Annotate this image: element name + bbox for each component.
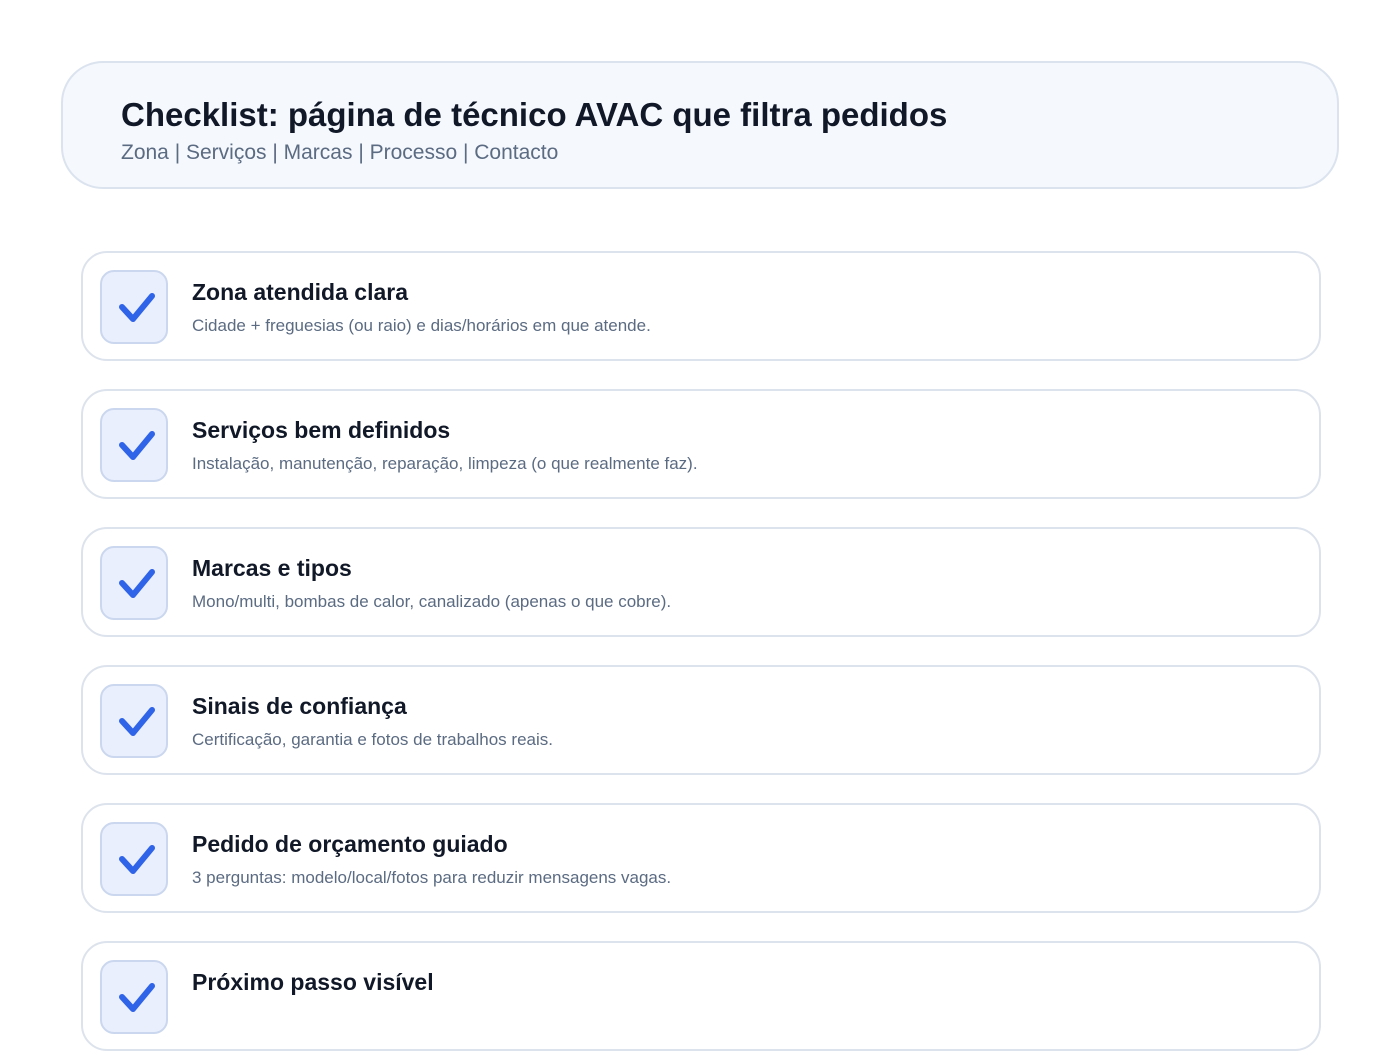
checkbox[interactable] — [100, 960, 168, 1034]
checklist-item-title: Serviços bem definidos — [192, 417, 451, 443]
checklist-item-title: Sinais de confiança — [192, 693, 407, 719]
checkbox[interactable] — [100, 546, 168, 620]
checkmark-icon — [119, 431, 155, 460]
page-title: Checklist: página de técnico AVAC que fi… — [121, 96, 948, 133]
checkbox[interactable] — [100, 822, 168, 896]
checkmark-icon — [119, 983, 155, 1012]
checkmark-icon — [119, 845, 155, 874]
checklist-item-title: Próximo passo visível — [192, 969, 434, 995]
checkbox[interactable] — [100, 270, 168, 344]
checklist-item-proximo-passo[interactable]: Próximo passo visível — [81, 941, 1321, 1051]
checklist-item-description: Instalação, manutenção, reparação, limpe… — [192, 454, 698, 473]
checklist-item-zona[interactable]: Zona atendida clara Cidade + freguesias … — [81, 251, 1321, 361]
checklist-item-marcas[interactable]: Marcas e tipos Mono/multi, bombas de cal… — [81, 527, 1321, 637]
checkbox[interactable] — [100, 408, 168, 482]
page-header: Checklist: página de técnico AVAC que fi… — [61, 61, 1339, 189]
checklist-item-orcamento[interactable]: Pedido de orçamento guiado 3 perguntas: … — [81, 803, 1321, 913]
checkmark-icon — [119, 293, 155, 322]
checklist-item-description: Cidade + freguesias (ou raio) e dias/hor… — [192, 316, 651, 335]
checkmark-icon — [119, 569, 155, 598]
checkmark-icon — [119, 707, 155, 736]
checklist-item-title: Pedido de orçamento guiado — [192, 831, 508, 857]
checkbox[interactable] — [100, 684, 168, 758]
checklist-item-title: Marcas e tipos — [192, 555, 352, 581]
checklist-item-description: Mono/multi, bombas de calor, canalizado … — [192, 592, 672, 611]
checklist-item-confianca[interactable]: Sinais de confiança Certificação, garant… — [81, 665, 1321, 775]
section-nav: Zona | Serviços | Marcas | Processo | Co… — [121, 141, 559, 164]
checklist-item-title: Zona atendida clara — [192, 279, 409, 305]
checklist-item-description: 3 perguntas: modelo/local/fotos para red… — [192, 868, 672, 887]
checklist-item-servicos[interactable]: Serviços bem definidos Instalação, manut… — [81, 389, 1321, 499]
checklist-item-description: Certificação, garantia e fotos de trabal… — [192, 730, 553, 749]
